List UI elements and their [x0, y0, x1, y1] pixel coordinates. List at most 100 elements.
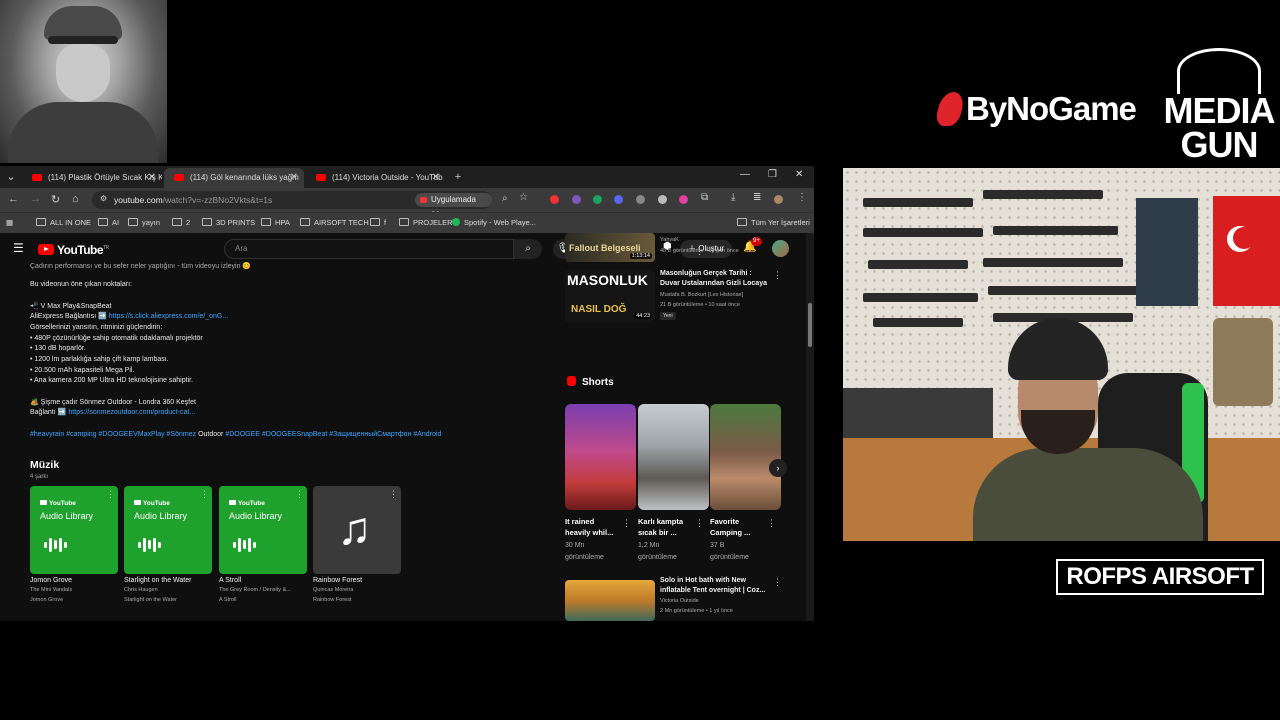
bookmark-folder[interactable]: 3D PRINTS	[202, 216, 255, 230]
apps-grid-icon[interactable]: ▦	[6, 216, 13, 230]
search-icon[interactable]: ⌕	[514, 239, 542, 259]
more-options-icon[interactable]: ⋮	[767, 518, 776, 529]
reload-icon[interactable]: ↻	[51, 193, 60, 206]
download-icon[interactable]: ⤓	[731, 192, 735, 203]
restore-icon[interactable]: ❐	[768, 169, 777, 180]
extension-icon[interactable]	[572, 195, 581, 204]
track-title[interactable]: Jomon Grove	[30, 577, 72, 584]
hamburger-menu-icon[interactable]: ☰	[13, 241, 24, 255]
track-title[interactable]: A Stroll	[219, 577, 241, 584]
related-video-thumbnail[interactable]: MASONLUK NASIL DOĞ 44:23	[565, 270, 655, 322]
new-badge: Yeni	[660, 312, 676, 320]
all-bookmarks-folder[interactable]: Tüm Yer İşaretleri	[737, 216, 810, 230]
account-avatar[interactable]	[772, 240, 789, 257]
aliexpress-link[interactable]: https://s.click.aliexpress.com/e/_onG...	[109, 313, 228, 320]
search-input[interactable]: Ara	[224, 239, 514, 259]
related-title[interactable]: Solo in Hot bath with New inflatable Ten…	[660, 576, 772, 596]
browser-menu-icon[interactable]: ⋮	[797, 192, 807, 203]
music-card[interactable]: YouTube Audio Library	[219, 486, 307, 574]
short-title[interactable]: Favorite Camping ...	[710, 516, 750, 538]
bookmark-folder[interactable]: ALL IN ONE	[36, 216, 91, 230]
short-title[interactable]: Karlı kampta sıcak bir ...	[638, 516, 683, 538]
extension-icon[interactable]	[614, 195, 623, 204]
mediagun-logo: MEDIA GUN	[1160, 48, 1278, 163]
profile-avatar[interactable]	[774, 195, 783, 204]
bookmark-folder[interactable]: PROJELER	[399, 216, 453, 230]
more-options-icon[interactable]: ⋮	[773, 270, 782, 281]
more-options-icon[interactable]: ⋮	[695, 246, 704, 257]
track-title[interactable]: Rainbow Forest	[313, 577, 362, 584]
sonmez-link[interactable]: https://sonmezoutdoor.com/product-cat...	[68, 409, 195, 416]
description-line: Çadırın performansı ve bu sefer neler ya…	[30, 263, 252, 270]
more-options-icon[interactable]: ⋮	[295, 489, 304, 500]
close-tab-icon[interactable]: ✕	[148, 168, 156, 188]
browser-window: ⌄ (114) Plastik Örtüyle Sıcak Kış K ✕ (1…	[0, 166, 814, 621]
related-channel[interactable]: Mustafa B. Bozkurt [Lex Historiae]	[660, 291, 743, 299]
music-card[interactable]: YouTube Audio Library	[30, 486, 118, 574]
media-control-icon[interactable]: ≣	[753, 192, 761, 203]
short-title[interactable]: It rained heavily whil...	[565, 516, 613, 538]
site-info-icon[interactable]: ⚙	[100, 194, 107, 203]
track-title[interactable]: Starlight on the Water	[124, 577, 191, 584]
related-title[interactable]: Masonluğun Gerçek Tarihi : Duvar Ustalar…	[660, 269, 772, 289]
short-thumbnail[interactable]	[710, 404, 781, 510]
related-channel[interactable]: Victoria Outside	[660, 597, 699, 605]
extension-icon[interactable]	[636, 195, 645, 204]
bookmark-folder[interactable]: HPA	[261, 216, 290, 230]
bynogame-logo: ByNoGame	[934, 90, 1137, 128]
shorts-next-arrow-icon[interactable]: ›	[769, 459, 787, 477]
bookmark-folder[interactable]: AIRSOFT TECH	[300, 216, 369, 230]
extension-icon[interactable]	[658, 195, 667, 204]
bookmark-spotify[interactable]: Spotify - Web Playe...	[452, 216, 536, 230]
more-options-icon[interactable]: ⋮	[622, 518, 631, 529]
close-tab-icon[interactable]: ✕	[432, 168, 440, 188]
minimize-icon[interactable]: —	[740, 169, 750, 180]
bookmark-folder[interactable]: 2	[172, 216, 190, 230]
more-options-icon[interactable]: ⋮	[200, 489, 209, 500]
bookmarks-bar: ▦ ALL IN ONE AI yayın 2 3D PRINTS HPA AI…	[0, 212, 814, 233]
related-meta: 2 Mn görüntüleme • 1 yıl önce	[660, 608, 733, 614]
bookmark-folder[interactable]: yayın	[128, 216, 160, 230]
tab-search-chevron-icon[interactable]: ⌄	[4, 170, 18, 184]
related-video-thumbnail[interactable]	[565, 580, 655, 621]
close-window-icon[interactable]: ✕	[795, 169, 803, 180]
bookmark-folder[interactable]: AI	[98, 216, 119, 230]
music-card[interactable]: YouTube Audio Library	[124, 486, 212, 574]
description-bullet: • 130 dB hoparlör.	[30, 345, 86, 352]
bookmark-folder[interactable]: f	[370, 216, 386, 230]
related-meta: 21 B görüntüleme • 10 saat önce	[660, 302, 740, 308]
extension-icon[interactable]	[550, 195, 559, 204]
more-options-icon[interactable]: ⋮	[773, 577, 782, 588]
home-icon[interactable]: ⌂	[72, 193, 79, 205]
close-tab-icon[interactable]: ✕	[290, 168, 298, 188]
extension-icon[interactable]	[679, 195, 688, 204]
short-thumbnail[interactable]	[565, 404, 636, 510]
scrollbar-thumb[interactable]	[808, 303, 812, 347]
new-tab-icon[interactable]: +	[451, 170, 465, 184]
youtube-logo[interactable]: YouTubeTR	[38, 243, 109, 257]
tab-3[interactable]: (114) Victoria Outside - YouTub ✕	[306, 168, 446, 188]
tab-1[interactable]: (114) Plastik Örtüyle Sıcak Kış K ✕	[22, 168, 162, 188]
back-icon[interactable]: ←	[8, 193, 19, 205]
address-bar[interactable]: ⚙ youtube.com/watch?v=-zzBNo2Vkts&t=1s U…	[92, 191, 508, 218]
portrait-photo	[0, 0, 167, 163]
extensions-puzzle-icon[interactable]: ⧉	[701, 192, 708, 203]
extension-icon[interactable]	[593, 195, 602, 204]
description-heading: Bu videonun öne çıkan noktaları:	[30, 281, 132, 288]
notification-count-badge: 9+	[751, 237, 762, 246]
zoom-search-icon[interactable]: ⌕	[502, 193, 508, 204]
more-options-icon[interactable]: ⋮	[695, 518, 704, 529]
track-artist: The Mini Vandals	[30, 587, 73, 593]
related-channel[interactable]: YahyaK	[660, 236, 679, 244]
related-video-thumbnail[interactable]: Fallout Belgeseli 1:13:14	[565, 233, 655, 262]
scrollbar[interactable]	[806, 233, 814, 621]
tab-2[interactable]: (114) Göl kenarında lüks yağm ✕	[164, 168, 304, 188]
more-options-icon[interactable]: ⋮	[106, 489, 115, 500]
forward-icon[interactable]: →	[30, 193, 41, 205]
short-thumbnail[interactable]	[638, 404, 709, 510]
bookmark-star-icon[interactable]: ☆	[519, 192, 528, 203]
description-line: Görsellerinizi yansıtın, ritminizi güçle…	[30, 324, 163, 331]
open-in-app-button[interactable]: Uygulamada aç	[415, 193, 492, 218]
more-options-icon[interactable]: ⋮	[389, 489, 398, 500]
music-card[interactable]: ♫	[313, 486, 401, 574]
